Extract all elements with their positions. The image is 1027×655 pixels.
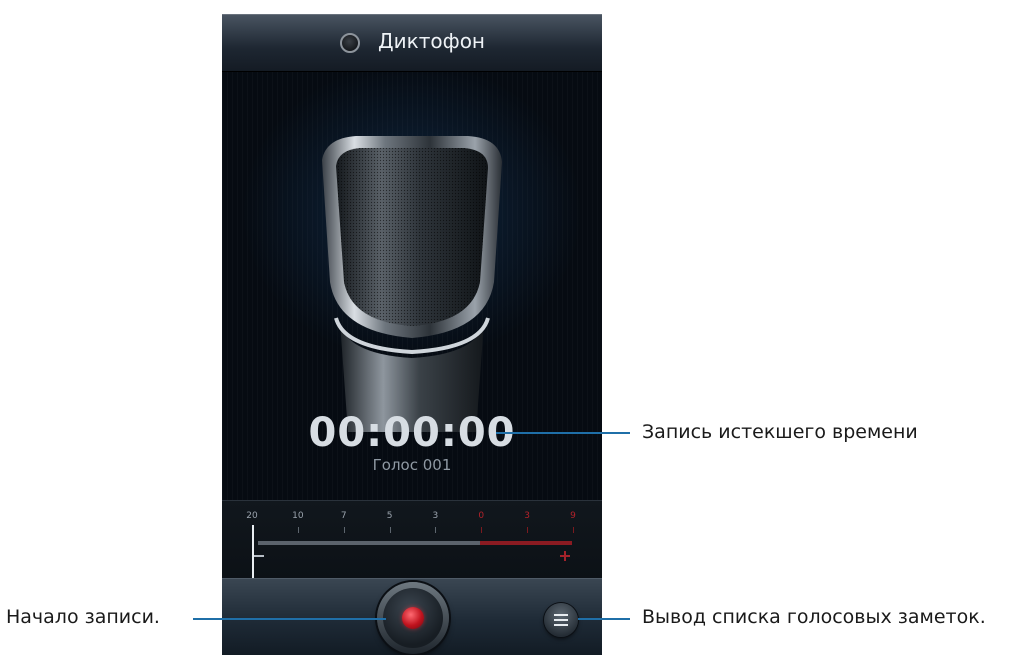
callout-line-elapsed-time bbox=[496, 432, 630, 434]
record-button[interactable] bbox=[377, 582, 449, 654]
level-meter-tick-mark bbox=[527, 527, 529, 533]
recording-file-name: Голос 001 bbox=[372, 456, 452, 474]
level-meter-scale: 20 10 7 5 3 0 3 9 bbox=[222, 511, 602, 525]
level-meter-tick-label: 7 bbox=[340, 511, 347, 521]
level-meter-tick-label: 3 bbox=[432, 511, 439, 521]
callout-record: Начало записи. bbox=[6, 606, 160, 628]
level-meter: 20 10 7 5 3 0 3 9 bbox=[222, 500, 602, 579]
microphone-illustration bbox=[322, 136, 502, 432]
level-meter-tick-label: 0 bbox=[478, 511, 485, 521]
callout-line-list bbox=[578, 618, 630, 620]
list-icon bbox=[554, 614, 568, 626]
level-meter-tick-mark bbox=[389, 527, 391, 533]
record-icon bbox=[402, 607, 424, 629]
level-meter-tick-label: 3 bbox=[524, 511, 531, 521]
voice-recorder-app-icon bbox=[340, 33, 360, 53]
callout-elapsed-time: Запись истекшего времени bbox=[642, 421, 918, 443]
level-meter-tick-mark bbox=[435, 527, 437, 533]
level-meter-needle bbox=[252, 525, 254, 579]
plus-icon bbox=[560, 551, 570, 561]
app-title: Диктофон bbox=[378, 29, 486, 53]
level-meter-track bbox=[258, 541, 480, 545]
controls-bar bbox=[222, 578, 602, 655]
level-meter-tick-mark bbox=[297, 527, 299, 533]
minus-icon bbox=[254, 555, 264, 557]
callout-line-record bbox=[193, 618, 386, 620]
level-meter-tick-mark bbox=[481, 527, 483, 533]
level-meter-tick-label: 5 bbox=[386, 511, 393, 521]
app-header: Диктофон bbox=[222, 14, 602, 72]
level-meter-overload-track bbox=[480, 541, 572, 545]
level-meter-tick-mark bbox=[573, 527, 574, 533]
level-meter-tick-label: 9 bbox=[570, 511, 576, 521]
callout-list: Вывод списка голосовых заметок. bbox=[642, 606, 986, 628]
level-meter-tick-mark bbox=[343, 527, 345, 533]
recordings-list-button[interactable] bbox=[544, 603, 578, 637]
level-meter-tick-label: 10 bbox=[292, 511, 304, 521]
level-meter-tick-label: 20 bbox=[246, 511, 258, 521]
microphone-stage: 00:00:00 Голос 001 bbox=[222, 72, 602, 500]
voice-recorder-screen: Диктофон 00:00:00 Голос 001 20 10 7 5 3 … bbox=[222, 14, 602, 655]
